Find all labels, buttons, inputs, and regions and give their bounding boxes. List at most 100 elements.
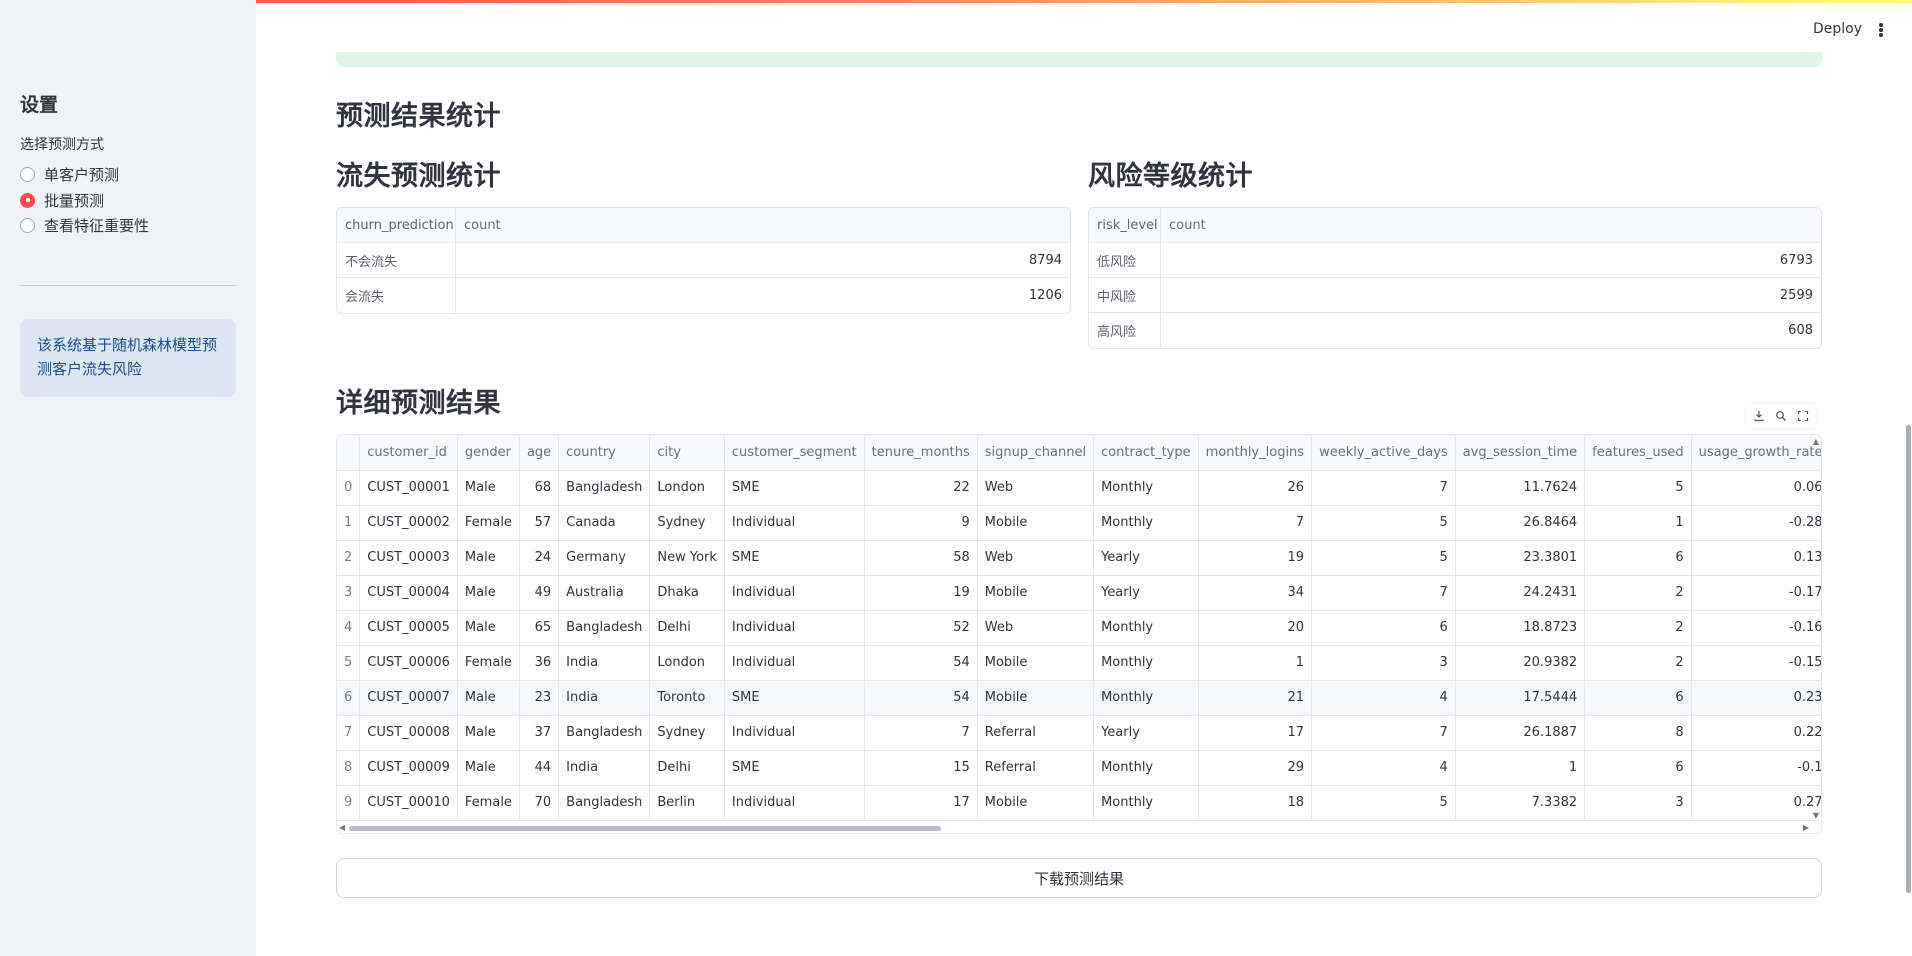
table-cell[interactable]: Monthly [1093,610,1199,646]
table-cell[interactable]: 608 [1161,313,1821,348]
table-cell[interactable]: 17 [864,785,978,821]
table-cell[interactable]: Referral [977,715,1095,751]
table-cell[interactable]: Mobile [977,785,1095,821]
row-index[interactable]: 9 [337,785,361,821]
table-cell[interactable]: New York [649,540,725,576]
table-cell[interactable]: 6 [1584,680,1692,716]
table-cell[interactable]: Female [457,785,520,821]
table-cell[interactable]: 26.8464 [1455,505,1586,541]
table-cell[interactable]: 52 [864,610,978,646]
row-index[interactable]: 6 [337,680,361,716]
column-header[interactable]: customer_id [359,435,458,471]
table-row[interactable]: 6 CUST_00007 Male 23 India Toronto SME 54 Mobile… [337,680,1821,716]
table-cell[interactable]: 11.7624 [1455,470,1586,506]
table-cell[interactable]: 18 [1198,785,1313,821]
column-header[interactable]: churn_prediction [337,208,456,242]
table-row[interactable]: 3 CUST_00004 Male 49 Australia Dhaka Individua… [337,575,1821,611]
table-cell[interactable]: 1206 [456,278,1070,313]
table-cell[interactable]: 会流失 [337,278,456,313]
table-cell[interactable]: 29 [1198,750,1313,786]
row-index[interactable]: 4 [337,610,361,646]
table-cell[interactable]: 17.5444 [1455,680,1586,716]
table-cell[interactable]: Male [457,575,520,611]
table-row[interactable]: 4 CUST_00005 Male 65 Bangladesh Delhi Individu… [337,610,1821,646]
column-header[interactable]: count [456,208,1070,242]
column-header[interactable]: city [649,435,725,471]
table-cell[interactable]: 20 [1198,610,1313,646]
table-cell[interactable]: 4 [1311,680,1456,716]
table-cell[interactable]: 8794 [456,243,1070,277]
scroll-left-icon[interactable]: ◀ [339,823,345,832]
scroll-up-icon[interactable]: ▲ [1813,437,1819,446]
table-cell[interactable]: Mobile [977,505,1095,541]
table-cell[interactable]: SME [724,750,865,786]
table-cell[interactable]: 20.9382 [1455,645,1586,681]
scroll-right-icon[interactable]: ▶ [1803,823,1809,832]
table-cell[interactable]: 7 [1311,715,1456,751]
table-cell[interactable]: London [649,470,725,506]
table-cell[interactable]: CUST_00009 [359,750,458,786]
column-header[interactable]: tenure_months [864,435,978,471]
table-cell[interactable]: Male [457,470,520,506]
table-cell[interactable]: Delhi [649,610,725,646]
table-cell[interactable]: -0.17 [1691,575,1821,611]
table-cell[interactable]: India [558,645,651,681]
table-cell[interactable]: 17 [1198,715,1313,751]
table-cell[interactable]: 54 [864,645,978,681]
row-index[interactable]: 1 [337,505,361,541]
table-cell[interactable]: -0.16 [1691,610,1821,646]
table-cell[interactable]: Female [457,645,520,681]
table-cell[interactable]: Australia [558,575,651,611]
radio-option-batch[interactable]: 批量预测 [20,188,149,214]
table-cell[interactable]: SME [724,470,865,506]
table-cell[interactable]: Male [457,610,520,646]
table-cell[interactable]: 6 [1311,610,1456,646]
table-row[interactable]: 5 CUST_00006 Female 36 India London Individual… [337,645,1821,681]
table-cell[interactable]: 低风险 [1089,243,1161,277]
table-cell[interactable]: Web [977,610,1095,646]
table-cell[interactable]: 0.27 [1691,785,1821,821]
table-cell[interactable]: 5 [1311,785,1456,821]
table-cell[interactable]: 中风险 [1089,278,1161,312]
index-header[interactable] [337,435,361,471]
table-cell[interactable]: 19 [864,575,978,611]
column-header[interactable]: count [1161,208,1821,242]
table-cell[interactable]: 3 [1311,645,1456,681]
column-header[interactable]: customer_segment [724,435,865,471]
table-row[interactable]: 8 CUST_00009 Male 44 India Delhi SME 15 Referral… [337,750,1821,786]
table-cell[interactable]: 44 [519,750,560,786]
table-cell[interactable]: 7 [1311,470,1456,506]
table-cell[interactable]: Male [457,540,520,576]
table-cell[interactable]: CUST_00010 [359,785,458,821]
column-header[interactable]: gender [457,435,520,471]
table-cell[interactable]: 24 [519,540,560,576]
fullscreen-icon[interactable] [1794,407,1812,425]
table-cell[interactable]: Male [457,680,520,716]
table-cell[interactable]: Mobile [977,575,1095,611]
table-cell[interactable]: 3 [1584,785,1692,821]
detail-grid-table[interactable]: customer_id gender age country city customer_… [337,435,1821,821]
row-index[interactable]: 2 [337,540,361,576]
table-cell[interactable]: 6 [1584,540,1692,576]
vertical-dots-icon[interactable] [1875,19,1885,39]
table-cell[interactable]: 0.22 [1691,715,1821,751]
table-row[interactable]: 2 CUST_00003 Male 24 Germany New York SME 58 Web… [337,540,1821,576]
horizontal-scrollbar[interactable]: ◀ ▶ [337,823,1821,833]
row-index[interactable]: 3 [337,575,361,611]
table-cell[interactable]: 54 [864,680,978,716]
table-cell[interactable]: Toronto [649,680,725,716]
churn-stats-table[interactable]: churn_prediction count 不会流失 8794 会流失 120… [336,207,1071,314]
table-cell[interactable]: Male [457,750,520,786]
table-cell[interactable]: CUST_00007 [359,680,458,716]
table-cell[interactable]: Web [977,540,1095,576]
table-cell[interactable]: CUST_00001 [359,470,458,506]
table-cell[interactable]: -0.28 [1691,505,1821,541]
table-cell[interactable]: 18.8723 [1455,610,1586,646]
table-cell[interactable]: CUST_00002 [359,505,458,541]
table-cell[interactable]: 68 [519,470,560,506]
table-cell[interactable]: Monthly [1093,470,1199,506]
table-cell[interactable]: Sydney [649,715,725,751]
table-cell[interactable]: Berlin [649,785,725,821]
table-cell[interactable]: Bangladesh [558,610,651,646]
table-cell[interactable]: 1 [1584,505,1692,541]
